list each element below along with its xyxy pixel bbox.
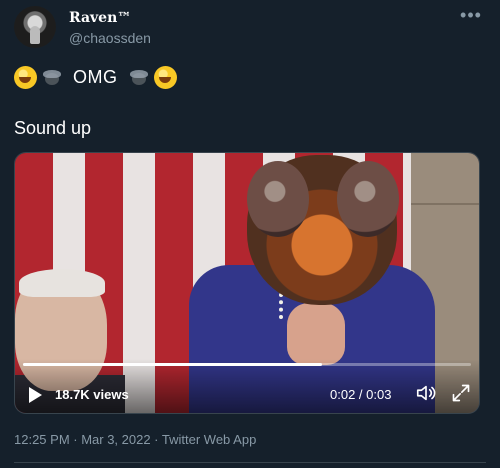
fly-emoji-icon xyxy=(40,66,64,89)
video-frame-hands xyxy=(287,303,345,365)
volume-icon[interactable] xyxy=(415,382,437,404)
video-frame-fly-eye-left xyxy=(247,161,309,237)
more-horizontal-icon: ••• xyxy=(460,5,482,25)
video-timecode: 0:02 / 0:03 xyxy=(330,387,392,402)
tweet-text-word: OMG xyxy=(73,66,118,87)
fly-emoji-icon xyxy=(127,66,151,89)
video-frame-man-hair xyxy=(19,269,105,297)
video-player[interactable]: 18.7K views 0:02 / 0:03 xyxy=(14,152,480,414)
play-icon[interactable] xyxy=(29,387,42,403)
tweet-text-line-2: Sound up xyxy=(14,118,92,138)
tweet-text-line-1: OMG xyxy=(14,64,177,90)
avatar[interactable] xyxy=(14,6,56,48)
rolling-on-floor-laughing-emoji-icon xyxy=(14,65,37,89)
rolling-on-floor-laughing-emoji-icon xyxy=(153,65,177,89)
video-frame-fly-eye-right xyxy=(337,161,399,237)
divider xyxy=(14,462,486,463)
tweet-meta[interactable]: 12:25 PM · Mar 3, 2022 · Twitter Web App xyxy=(14,432,256,447)
video-progress-bar[interactable] xyxy=(23,363,471,366)
user-handle[interactable]: @chaossden xyxy=(69,30,151,46)
more-options-button[interactable]: ••• xyxy=(458,6,484,28)
tweet-header: Raven™ @chaossden ••• xyxy=(14,6,486,52)
video-progress-fill xyxy=(23,363,322,366)
view-count: 18.7K views xyxy=(55,387,129,402)
expand-icon[interactable] xyxy=(451,383,471,403)
video-controls-overlay xyxy=(15,359,479,413)
display-name[interactable]: Raven™ xyxy=(69,10,131,26)
